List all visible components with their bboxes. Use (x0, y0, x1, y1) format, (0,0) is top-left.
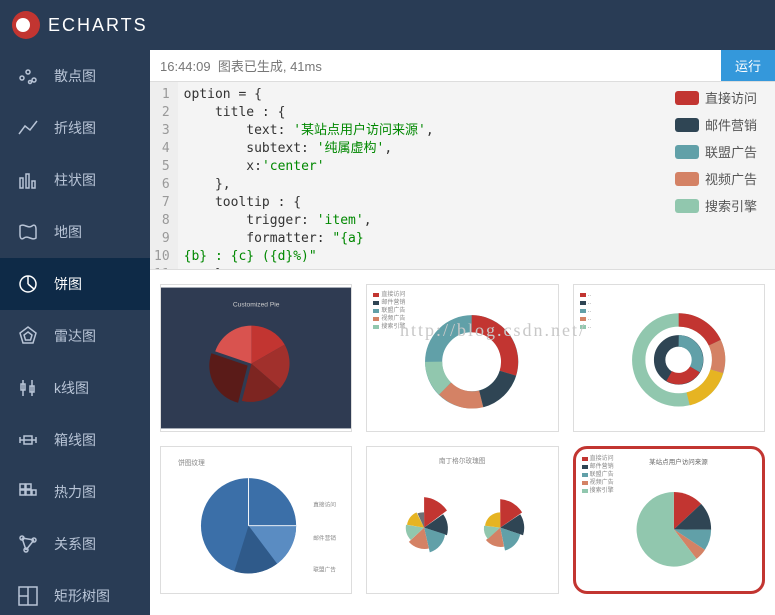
logo: ECHARTS (12, 11, 148, 39)
candlestick-icon (16, 376, 40, 400)
chart-thumb[interactable]: 直接访问邮件营销联盟广告视频广告搜索引擎 (366, 284, 558, 432)
chart-thumb[interactable]: .......... (573, 284, 765, 432)
legend: 直接访问邮件营销联盟广告视频广告搜索引擎 (675, 88, 757, 223)
svg-text:直接访问: 直接访问 (313, 501, 336, 509)
sidebar-item-treemap[interactable]: 矩形树图 (0, 570, 150, 608)
map-icon (16, 220, 40, 244)
sidebar-item-graph[interactable]: 关系图 (0, 518, 150, 570)
run-button[interactable]: 运行 (721, 50, 775, 81)
sidebar-item-heatmap[interactable]: 热力图 (0, 466, 150, 518)
sidebar-item-label: 关系图 (54, 534, 96, 554)
header: ECHARTS (0, 0, 775, 50)
logo-icon (12, 11, 40, 39)
brand-text: ECHARTS (48, 15, 148, 36)
sidebar-item-label: k线图 (54, 378, 89, 398)
sidebar-item-label: 箱线图 (54, 430, 96, 450)
line-chart-icon (16, 116, 40, 140)
sidebar-item-label: 地图 (54, 222, 82, 242)
chart-thumb-selected[interactable]: 直接访问邮件营销联盟广告视频广告搜索引擎 某站点用户访问来源 (573, 446, 765, 594)
svg-text:Customized Pie: Customized Pie (233, 302, 280, 309)
sidebar-item-label: 折线图 (54, 118, 96, 138)
editor-panel: 16:44:09 图表已生成, 41ms 运行 1234567891011121… (150, 50, 775, 270)
svg-text:某站点用户访问来源: 某站点用户访问来源 (649, 457, 708, 466)
chart-thumb[interactable]: Customized Pie (160, 284, 352, 432)
svg-text:南丁格尔玫瑰图: 南丁格尔玫瑰图 (439, 456, 486, 465)
heatmap-icon (16, 480, 40, 504)
sidebar-item-scatter[interactable]: 散点图 (0, 50, 150, 102)
sidebar-item-map[interactable]: 地图 (0, 206, 150, 258)
svg-text:邮件营销: 邮件营销 (313, 534, 336, 542)
sidebar-item-line[interactable]: 折线图 (0, 102, 150, 154)
sidebar-item-label: 热力图 (54, 482, 96, 502)
scatter-icon (16, 64, 40, 88)
sidebar-item-label: 矩形树图 (54, 586, 110, 606)
sidebar-item-label: 散点图 (54, 66, 96, 86)
chart-thumb[interactable]: 南丁格尔玫瑰图 (366, 446, 558, 594)
sidebar-item-label: 柱状图 (54, 170, 96, 190)
treemap-icon (16, 584, 40, 608)
bar-chart-icon (16, 168, 40, 192)
boxplot-icon (16, 428, 40, 452)
sidebar-item-label: 雷达图 (54, 326, 96, 346)
graph-icon (16, 532, 40, 556)
status-bar: 16:44:09 图表已生成, 41ms 运行 (150, 50, 775, 82)
svg-text:联盟广告: 联盟广告 (313, 565, 336, 573)
sidebar-item-candlestick[interactable]: k线图 (0, 362, 150, 414)
pie-chart-icon (16, 272, 40, 296)
sidebar-item-pie[interactable]: 饼图 (0, 258, 150, 310)
radar-icon (16, 324, 40, 348)
sidebar-item-label: 饼图 (54, 274, 82, 294)
svg-text:饼图纹理: 饼图纹理 (178, 458, 205, 467)
sidebar-item-radar[interactable]: 雷达图 (0, 310, 150, 362)
sidebar: 散点图 折线图 柱状图 地图 饼图 雷达图 k线图 箱线图 (0, 50, 150, 615)
sidebar-item-boxplot[interactable]: 箱线图 (0, 414, 150, 466)
chart-thumb[interactable]: 饼图纹理 直接访问 邮件营销 联盟广告 (160, 446, 352, 594)
gallery: http://blog.csdn.net/ Customized Pie (150, 270, 775, 615)
sidebar-item-bar[interactable]: 柱状图 (0, 154, 150, 206)
status-text: 16:44:09 图表已生成, 41ms (150, 56, 721, 75)
